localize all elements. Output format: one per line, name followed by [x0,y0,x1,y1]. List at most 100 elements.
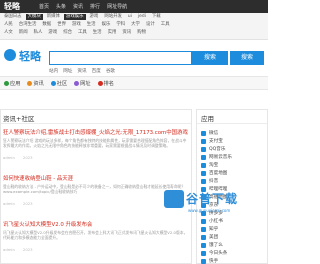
category-link[interactable]: 大学 [129,22,142,28]
category-link[interactable]: 学科 [114,22,127,28]
search-tab[interactable]: 站内 [49,68,58,74]
search-tab[interactable]: 资讯 [77,68,86,74]
app-icon [201,178,206,184]
menu-item-ranking[interactable]: 排行 [90,3,100,10]
app-link[interactable]: QQ音乐 [201,145,265,153]
category-link[interactable]: 新闻 [17,30,30,36]
category-link[interactable]: 游戏 [46,30,59,36]
category-row: 人文 新闻 私人 游戏 综合 工具 生活 实用 资讯 购物 [2,30,148,36]
watermark-logo-icon [164,190,184,208]
search-tab[interactable]: 百度 [92,68,101,74]
article-author: admin [3,201,15,206]
app-link[interactable]: 饿了么 [201,241,265,249]
category-link[interactable]: 资讯 [120,30,133,36]
search-input[interactable] [49,51,192,65]
category-link[interactable]: 世界 [55,22,68,28]
article-meta: admin 2023 [3,201,189,206]
category-link[interactable]: 新媒体 [45,14,62,20]
app-icon [201,258,206,264]
nav-item-sites[interactable]: 网址 [74,80,91,87]
category-link[interactable]: 生活 [85,22,98,28]
app-link[interactable]: 快手 [201,257,265,264]
category-link[interactable]: 设计 [144,22,157,28]
category-link[interactable]: 人文 [2,30,15,36]
nav-item-rank[interactable]: 排名 [97,80,114,87]
search-button[interactable]: 搜索 [192,51,228,65]
app-link[interactable]: 淘宝 [201,161,265,169]
category-link[interactable]: jedi [136,14,148,20]
article-summary: 讯飞星火认知大模型V2.0升级发布会在合肥召开，发布会上科大讯飞正式发布讯飞星火… [3,230,188,241]
watermark-text: 谷普下载 [186,192,239,206]
category-link[interactable]: 购物 [135,30,148,36]
category-link[interactable]: 网站开发 [102,14,124,20]
category-link[interactable]: 台湾生活 [17,22,39,28]
top-bar: 轻略 首页 头条 资讯 排行 网址导航 [0,0,268,13]
article-title[interactable]: 狂人警察玩法介绍,雷族战士打击感爆棚_火焰之光:无限_17173.com中国游戏 [3,128,189,136]
apps-sidebar-header: 应用 [197,110,267,124]
watermark-url: www.gupuxiazai.com [188,208,231,213]
category-link[interactable]: 大模块 [25,14,43,20]
article-meta: admin 2023 [3,247,189,252]
category-link[interactable]: 娱乐 [100,22,113,28]
category-link[interactable]: 生活 [91,30,104,36]
category-link[interactable]: 游戏 [70,22,83,28]
category-link[interactable]: 综合 [61,30,74,36]
article-item: 讯飞星火认知大模型V2.0 升级发布会 讯飞星火认知大模型V2.0升级发布会在合… [3,220,189,252]
news-panel-header: 资讯+社区 [1,110,191,124]
category-row: 泰国日志 大模块 新媒体 游戏娱乐 游戏 网站开发 ui jedi 下载 [2,14,163,20]
article-title[interactable]: 如何快速收纳登山鞋 - 品天涯 [3,174,189,182]
search-tab[interactable]: 网址 [63,68,72,74]
nav-item-news[interactable]: 资讯 [27,80,44,87]
apps-sidebar-title: 应用 [201,115,214,123]
menu-item-directory[interactable]: 网址导航 [107,3,127,10]
app-link[interactable]: 支付宝 [201,137,265,145]
nav-item-apps[interactable]: 应用 [4,80,20,87]
app-icon [201,130,206,136]
search-button-secondary[interactable]: 搜索 [230,51,264,65]
category-link[interactable]: ui [126,14,134,20]
category-link[interactable]: 游戏 [88,14,101,20]
article-summary: 登山鞋的收纳方法 - 户外运动中，登山鞋是必不可少的装备之一，如何正确收纳登山鞋… [3,184,186,195]
app-link[interactable]: 微信 [201,129,265,137]
app-icon [201,138,206,144]
menu-item-home[interactable]: 首页 [39,3,49,10]
category-link[interactable]: 实用 [106,30,119,36]
app-link[interactable]: 网易云音乐 [201,153,265,161]
logo-text[interactable]: 轻略 [19,48,41,64]
app-icon [201,226,206,232]
article-item: 狂人警察玩法介绍,雷族战士打击感爆棚_火焰之光:无限_17173.com中国游戏… [3,128,189,160]
category-bar: 泰国日志 大模块 新媒体 游戏娱乐 游戏 网站开发 ui jedi 下载 人民 … [0,13,268,40]
nav-items: 应用 资讯 社区 网址 排名 [4,80,114,87]
category-link[interactable]: 数据 [40,22,53,28]
app-link[interactable]: 美团 [201,233,265,241]
site-brand[interactable]: 轻略 [4,1,20,12]
app-link[interactable]: 今日头条 [201,249,265,257]
article-date: 2023 [22,155,33,160]
article-title[interactable]: 讯飞星火认知大模型V2.0 升级发布会 [3,220,189,228]
category-link[interactable]: 工具 [159,22,172,28]
nav-item-community[interactable]: 社区 [50,80,67,87]
app-icon [201,242,206,248]
app-link[interactable]: 抖音 [201,177,265,185]
app-icon [201,162,206,168]
search-tab[interactable]: 谷歌 [106,68,115,74]
app-link[interactable]: 百度地图 [201,169,265,177]
rank-icon [97,81,103,86]
category-link[interactable]: 下载 [150,14,163,20]
category-link[interactable]: 私人 [32,30,45,36]
search-tabs: 站内 网址 资讯 百度 谷歌 [49,68,115,74]
category-link[interactable]: 工具 [76,30,89,36]
news-icon [27,81,33,86]
sites-icon [74,81,80,86]
logo-icon[interactable] [4,49,16,61]
article-date: 2023 [22,247,33,252]
category-link[interactable]: 游戏娱乐 [63,14,86,20]
main-nav: 应用 资讯 社区 网址 排名 [0,76,268,90]
app-link[interactable]: 知乎 [201,225,265,233]
category-link[interactable]: 人民 [2,22,15,28]
app-link[interactable]: 小红书 [201,217,265,225]
menu-item-headlines[interactable]: 头条 [56,3,66,10]
community-icon [50,81,56,86]
menu-item-news[interactable]: 资讯 [73,3,83,10]
category-link[interactable]: 泰国日志 [2,14,24,20]
